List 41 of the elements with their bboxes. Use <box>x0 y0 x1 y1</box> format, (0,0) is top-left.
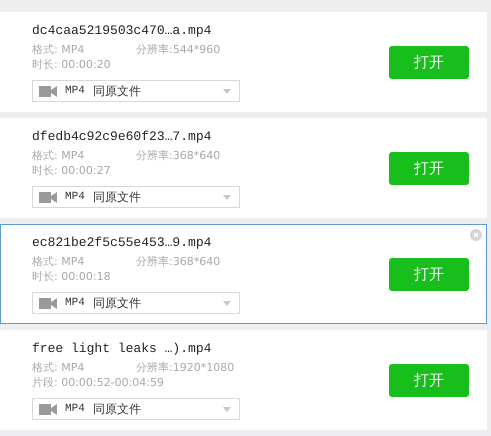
resolution-text: 分辨率:368*640 <box>136 254 222 269</box>
video-camera-icon <box>39 298 57 308</box>
resolution-text: 分辨率:368*640 <box>136 148 222 163</box>
duration-text: 时长: 00:00:18 <box>32 269 111 284</box>
duration-text: 时长: 00:00:27 <box>32 163 111 178</box>
format-label: MP4 <box>65 85 85 97</box>
option-label: 同原文件 <box>92 294 142 312</box>
format-text: 格式: MP4 <box>32 148 86 163</box>
file-name: dc4caa5219503c470…a.mp4 <box>32 22 212 40</box>
close-icon[interactable] <box>470 229 482 241</box>
format-text: 格式: MP4 <box>32 42 86 57</box>
file-card[interactable]: ec821be2f5c55e453…9.mp4 格式: MP4 分辨率:368*640 时长: 00:00:18 MP4 同原文件 打开 <box>0 224 487 324</box>
format-label: MP4 <box>65 403 85 415</box>
file-name: dfedb4c92c9e60f23…7.mp4 <box>32 128 212 146</box>
resolution-text: 分辨率:544*960 <box>136 42 222 57</box>
file-card[interactable]: free light leaks …).mp4 格式: MP4 分辨率:1920*1080 片段: 00:00:52-00:04:59 MP4 同原文件 打开 <box>0 330 487 430</box>
file-card[interactable]: dc4caa5219503c470…a.mp4 格式: MP4 分辨率:544*960 时长: 00:00:20 MP4 同原文件 打开 <box>0 12 487 112</box>
output-format-dropdown[interactable]: MP4 同原文件 <box>32 80 240 102</box>
file-name: free light leaks …).mp4 <box>32 340 212 358</box>
file-name: ec821be2f5c55e453…9.mp4 <box>32 234 212 252</box>
caret-icon <box>223 194 231 200</box>
duration-text: 时长: 00:00:20 <box>32 57 111 72</box>
duration-text: 片段: 00:00:52-00:04:59 <box>32 375 164 390</box>
output-format-dropdown[interactable]: MP4 同原文件 <box>32 292 240 314</box>
video-camera-icon <box>39 404 57 414</box>
video-camera-icon <box>39 86 57 96</box>
file-card[interactable]: dfedb4c92c9e60f23…7.mp4 格式: MP4 分辨率:368*640 时长: 00:00:27 MP4 同原文件 打开 <box>0 118 487 218</box>
resolution-text: 分辨率:1920*1080 <box>136 360 236 375</box>
option-label: 同原文件 <box>92 188 142 206</box>
option-label: 同原文件 <box>92 82 142 100</box>
output-format-dropdown[interactable]: MP4 同原文件 <box>32 398 240 420</box>
option-label: 同原文件 <box>92 400 142 418</box>
caret-icon <box>223 406 231 412</box>
caret-icon <box>223 300 231 306</box>
format-text: 格式: MP4 <box>32 360 86 375</box>
video-camera-icon <box>39 192 57 202</box>
caret-icon <box>223 88 231 94</box>
output-format-dropdown[interactable]: MP4 同原文件 <box>32 186 240 208</box>
format-text: 格式: MP4 <box>32 254 86 269</box>
format-label: MP4 <box>65 297 85 309</box>
format-label: MP4 <box>65 191 85 203</box>
